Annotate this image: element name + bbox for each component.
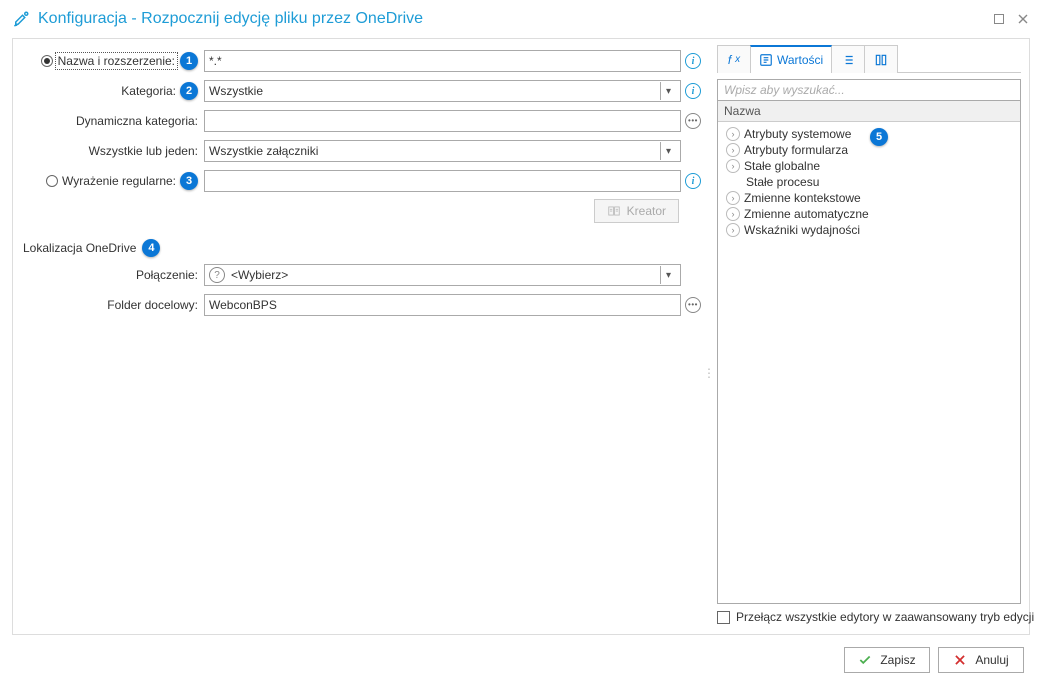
callout-5: 5 <box>870 128 888 146</box>
expand-icon[interactable]: › <box>726 143 740 157</box>
titlebar: Konfiguracja - Rozpocznij edycję pliku p… <box>0 0 1042 38</box>
kategoria-select[interactable]: Wszystkie ▾ <box>204 80 681 102</box>
polaczenie-select[interactable]: ? <Wybierz> ▾ <box>204 264 681 286</box>
chevron-down-icon: ▾ <box>660 82 676 100</box>
save-button[interactable]: Zapisz <box>844 647 930 673</box>
tab-wartosci[interactable]: Wartości <box>750 45 832 73</box>
tree-item[interactable]: Stałe procesu <box>720 174 1018 190</box>
tree-item[interactable]: › Zmienne automatyczne <box>720 206 1018 222</box>
expand-icon[interactable]: › <box>726 159 740 173</box>
checkbox[interactable] <box>717 611 730 624</box>
help-icon: ? <box>209 267 225 283</box>
chevron-down-icon: ▾ <box>660 142 676 160</box>
tree-item[interactable]: › Zmienne kontekstowe <box>720 190 1018 206</box>
tools-icon <box>12 10 30 28</box>
chevron-down-icon: ▾ <box>660 266 676 284</box>
maximize-icon[interactable] <box>992 12 1006 26</box>
tree-body: › Atrybuty systemowe › Atrybuty formular… <box>718 122 1020 603</box>
callout-4: 4 <box>142 239 160 257</box>
footer: Zapisz Anuluj <box>0 645 1042 689</box>
left-pane: Nazwa i rozszerzenie: 1 i Kategoria: 2 W… <box>13 39 709 634</box>
tree-item[interactable]: › Stałe globalne <box>720 158 1018 174</box>
search-input[interactable] <box>717 79 1021 101</box>
tab-fx[interactable]: fx <box>717 45 751 73</box>
callout-1: 1 <box>180 52 198 70</box>
tab-list[interactable] <box>831 45 865 73</box>
content-area: Nazwa i rozszerzenie: 1 i Kategoria: 2 W… <box>12 38 1030 635</box>
folder-input[interactable] <box>204 294 681 316</box>
expand-icon[interactable]: › <box>726 191 740 205</box>
tab-form[interactable] <box>864 45 898 73</box>
name-ext-label: Nazwa i rozszerzenie: <box>57 54 176 68</box>
window-controls <box>992 12 1030 26</box>
regex-input <box>204 170 681 192</box>
info-icon[interactable]: i <box>685 173 701 189</box>
tree-item[interactable]: › Atrybuty formularza <box>720 142 1018 158</box>
advanced-mode-toggle[interactable]: Przełącz wszystkie edytory w zaawansowan… <box>717 610 1021 624</box>
expand-icon[interactable]: › <box>726 223 740 237</box>
regex-label: Wyrażenie regularne: <box>62 174 176 188</box>
dyn-kategoria-label: Dynamiczna kategoria: <box>76 114 198 128</box>
cancel-button[interactable]: Anuluj <box>938 647 1024 673</box>
info-icon[interactable]: i <box>685 53 701 69</box>
folder-label: Folder docelowy: <box>107 298 198 312</box>
tabbar: fx Wartości <box>717 45 1021 73</box>
expand-icon[interactable]: › <box>726 127 740 141</box>
regex-radio[interactable] <box>46 175 58 187</box>
more-icon[interactable]: ••• <box>685 297 701 313</box>
polaczenie-label: Połączenie: <box>136 268 198 282</box>
wszystkie-lub-select[interactable]: Wszystkie załączniki ▾ <box>204 140 681 162</box>
callout-3: 3 <box>180 172 198 190</box>
name-ext-input[interactable] <box>204 50 681 72</box>
tree-item[interactable]: › Wskaźniki wydajności <box>720 222 1018 238</box>
right-pane: fx Wartości Nazwa › <box>709 39 1029 634</box>
kategoria-label: Kategoria: <box>121 84 176 98</box>
config-window: Konfiguracja - Rozpocznij edycję pliku p… <box>0 0 1042 689</box>
kreator-button: Kreator <box>594 199 679 223</box>
expand-icon[interactable]: › <box>726 207 740 221</box>
variable-search <box>717 79 1021 101</box>
tree-header: Nazwa <box>718 101 1020 122</box>
name-ext-radio[interactable] <box>41 55 53 67</box>
dyn-kategoria-input <box>204 110 681 132</box>
close-icon[interactable] <box>1016 12 1030 26</box>
callout-2: 2 <box>180 82 198 100</box>
more-icon[interactable]: ••• <box>685 113 701 129</box>
tree-item[interactable]: › Atrybuty systemowe <box>720 126 1018 142</box>
wszystkie-lub-label: Wszystkie lub jeden: <box>89 144 198 158</box>
variable-tree: Nazwa › Atrybuty systemowe › Atrybuty fo… <box>717 101 1021 604</box>
window-title: Konfiguracja - Rozpocznij edycję pliku p… <box>38 10 423 28</box>
info-icon[interactable]: i <box>685 83 701 99</box>
kreator-label: Kreator <box>627 204 666 218</box>
onedrive-section: Lokalizacja OneDrive 4 <box>19 239 701 257</box>
advanced-mode-label: Przełącz wszystkie edytory w zaawansowan… <box>736 610 1034 624</box>
